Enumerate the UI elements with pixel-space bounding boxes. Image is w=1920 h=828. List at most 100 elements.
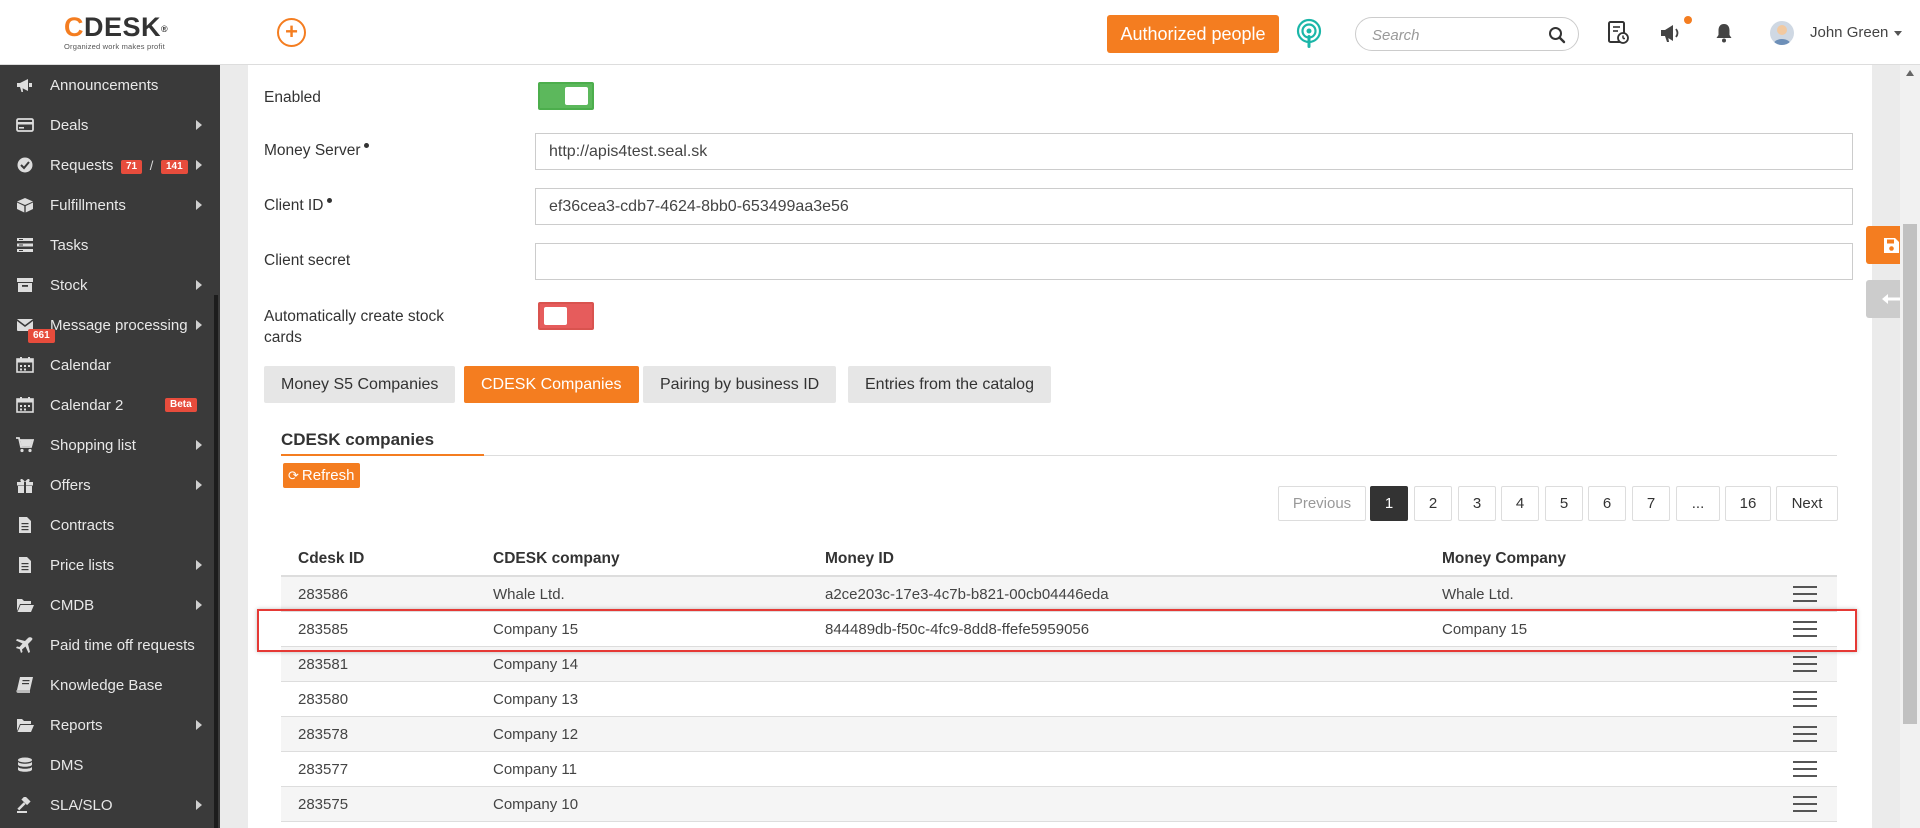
chevron-right-icon	[196, 480, 202, 490]
list-icon	[17, 238, 33, 252]
sidebar-item-label: Reports	[50, 717, 103, 734]
top-header: CDESK® Organized work makes profit + Aut…	[0, 0, 1920, 65]
hamburger-menu-icon[interactable]	[1793, 656, 1817, 674]
hamburger-menu-icon[interactable]	[1793, 586, 1817, 604]
sidebar-item-contracts[interactable]: Contracts	[0, 505, 214, 545]
page-button[interactable]: 3	[1458, 486, 1496, 521]
timesheet-icon[interactable]	[1605, 20, 1631, 46]
sidebar-item-message-processing[interactable]: Message processing 661	[0, 305, 214, 345]
tab-entries-from-catalog[interactable]: Entries from the catalog	[848, 366, 1051, 403]
table-row[interactable]: 283585 Company 15 844489db-f50c-4fc9-8dd…	[281, 612, 1837, 647]
document-icon	[19, 557, 31, 573]
page-button[interactable]: 16	[1725, 486, 1771, 521]
avatar[interactable]	[1770, 21, 1794, 45]
sidebar-item-dms[interactable]: DMS	[0, 745, 214, 785]
page-button[interactable]: 7	[1632, 486, 1670, 521]
money-server-field[interactable]	[535, 133, 1853, 170]
table-row[interactable]: 283581 Company 14	[281, 647, 1837, 682]
sidebar-item-fulfillments[interactable]: Fulfillments	[0, 185, 214, 225]
sidebar-item-calendar[interactable]: Calendar	[0, 345, 214, 385]
auto-stock-cards-toggle[interactable]	[538, 302, 594, 330]
hamburger-menu-icon[interactable]	[1793, 691, 1817, 709]
previous-page-button[interactable]: Previous	[1278, 486, 1366, 521]
sidebar-item-offers[interactable]: Offers	[0, 465, 214, 505]
column-header[interactable]: Cdesk ID	[298, 550, 364, 568]
book-icon	[16, 677, 33, 693]
sidebar-item-label: Offers	[50, 477, 91, 494]
client-id-label: Client ID	[264, 197, 333, 215]
table-header: Cdesk ID CDESK company Money ID Money Co…	[281, 542, 1837, 577]
table-row[interactable]: 283580 Company 13	[281, 682, 1837, 717]
search-input[interactable]	[1372, 25, 1542, 45]
refresh-button[interactable]: ⟳ Refresh	[283, 463, 361, 488]
sidebar-item-knowledge-base[interactable]: Knowledge Base	[0, 665, 214, 705]
sidebar-item-tasks[interactable]: Tasks	[0, 225, 214, 265]
database-icon	[18, 757, 32, 772]
sidebar-item-label: Contracts	[50, 517, 115, 534]
sidebar-item-announcements[interactable]: Announcements	[0, 65, 214, 105]
money-id-cell: 844489db-f50c-4fc9-8dd8-ffefe5959056	[825, 621, 1090, 638]
sidebar-item-label: Stock	[50, 277, 88, 294]
gavel-icon	[17, 797, 31, 813]
sidebar-item-stock[interactable]: Stock	[0, 265, 214, 305]
scroll-up-icon[interactable]	[1906, 70, 1914, 76]
hamburger-menu-icon[interactable]	[1793, 726, 1817, 744]
chevron-right-icon	[196, 800, 202, 810]
sidebar-item-label: SLA/SLO	[50, 797, 113, 814]
cdesk-id-cell: 283585	[298, 621, 349, 638]
column-header[interactable]: Money Company	[1442, 550, 1566, 568]
cdesk-logo[interactable]: CDESK® Organized work makes profit	[64, 13, 184, 53]
announcement-icon[interactable]	[1657, 20, 1683, 46]
user-menu[interactable]: John Green	[1810, 24, 1888, 41]
cdesk-id-cell: 283575	[298, 796, 349, 813]
page-scrollbar-thumb[interactable]	[1903, 224, 1917, 724]
column-header[interactable]: CDESK company	[493, 550, 620, 568]
sidebar-item-deals[interactable]: Deals	[0, 105, 214, 145]
calendar-icon	[16, 397, 34, 413]
chevron-right-icon	[196, 280, 202, 290]
next-page-button[interactable]: Next	[1776, 486, 1838, 521]
add-new-button[interactable]: +	[277, 18, 306, 47]
chevron-down-icon[interactable]	[1894, 31, 1902, 36]
podcast-icon[interactable]	[1295, 18, 1323, 50]
bell-icon[interactable]	[1711, 20, 1737, 46]
sidebar-item-requests[interactable]: Requests 71 / 141	[0, 145, 214, 185]
client-secret-field[interactable]	[535, 243, 1853, 280]
page-ellipsis[interactable]: ...	[1676, 486, 1720, 521]
table-row[interactable]: 283578 Company 12	[281, 717, 1837, 752]
page-button[interactable]: 2	[1414, 486, 1452, 521]
search-box	[1355, 17, 1579, 51]
tab-pairing-by-business-id[interactable]: Pairing by business ID	[643, 366, 837, 403]
sidebar-item-calendar-2[interactable]: Calendar 2 Beta	[0, 385, 214, 425]
sidebar-scrollbar[interactable]	[214, 295, 218, 828]
sidebar-item-reports[interactable]: Reports	[0, 705, 214, 745]
table-row[interactable]: 283577 Company 11	[281, 752, 1837, 787]
hamburger-menu-icon[interactable]	[1793, 796, 1817, 814]
client-id-field[interactable]	[535, 188, 1853, 225]
sidebar-item-price-lists[interactable]: Price lists	[0, 545, 214, 585]
sidebar-item-sla-slo[interactable]: SLA/SLO	[0, 785, 214, 825]
hamburger-menu-icon[interactable]	[1793, 621, 1817, 639]
gift-icon	[17, 478, 33, 493]
page-button[interactable]: 1	[1370, 486, 1408, 521]
sidebar-item-shopping-list[interactable]: Shopping list	[0, 425, 214, 465]
column-header[interactable]: Money ID	[825, 550, 894, 568]
cdesk-company-cell: Company 10	[493, 796, 579, 813]
search-icon[interactable]	[1548, 26, 1566, 44]
table-row[interactable]: 283575 Company 10	[281, 787, 1837, 822]
authorized-people-button[interactable]: Authorized people	[1107, 15, 1279, 53]
hamburger-menu-icon[interactable]	[1793, 761, 1817, 779]
page-button[interactable]: 6	[1588, 486, 1626, 521]
folder-open-icon	[17, 719, 34, 732]
request-counters: 71 / 141	[121, 158, 188, 174]
money-server-label: Money Server	[264, 142, 370, 160]
enabled-toggle[interactable]	[538, 82, 594, 110]
money-company-cell: Whale Ltd.	[1442, 586, 1514, 603]
page-button[interactable]: 4	[1501, 486, 1539, 521]
tab-money-s5-companies[interactable]: Money S5 Companies	[264, 366, 456, 403]
page-button[interactable]: 5	[1545, 486, 1583, 521]
sidebar-item-paid-time-off[interactable]: Paid time off requests	[0, 625, 214, 665]
tab-cdesk-companies[interactable]: CDESK Companies	[464, 366, 639, 403]
sidebar-item-cmdb[interactable]: CMDB	[0, 585, 214, 625]
table-row[interactable]: 283586 Whale Ltd. a2ce203c-17e3-4c7b-b82…	[281, 577, 1837, 612]
